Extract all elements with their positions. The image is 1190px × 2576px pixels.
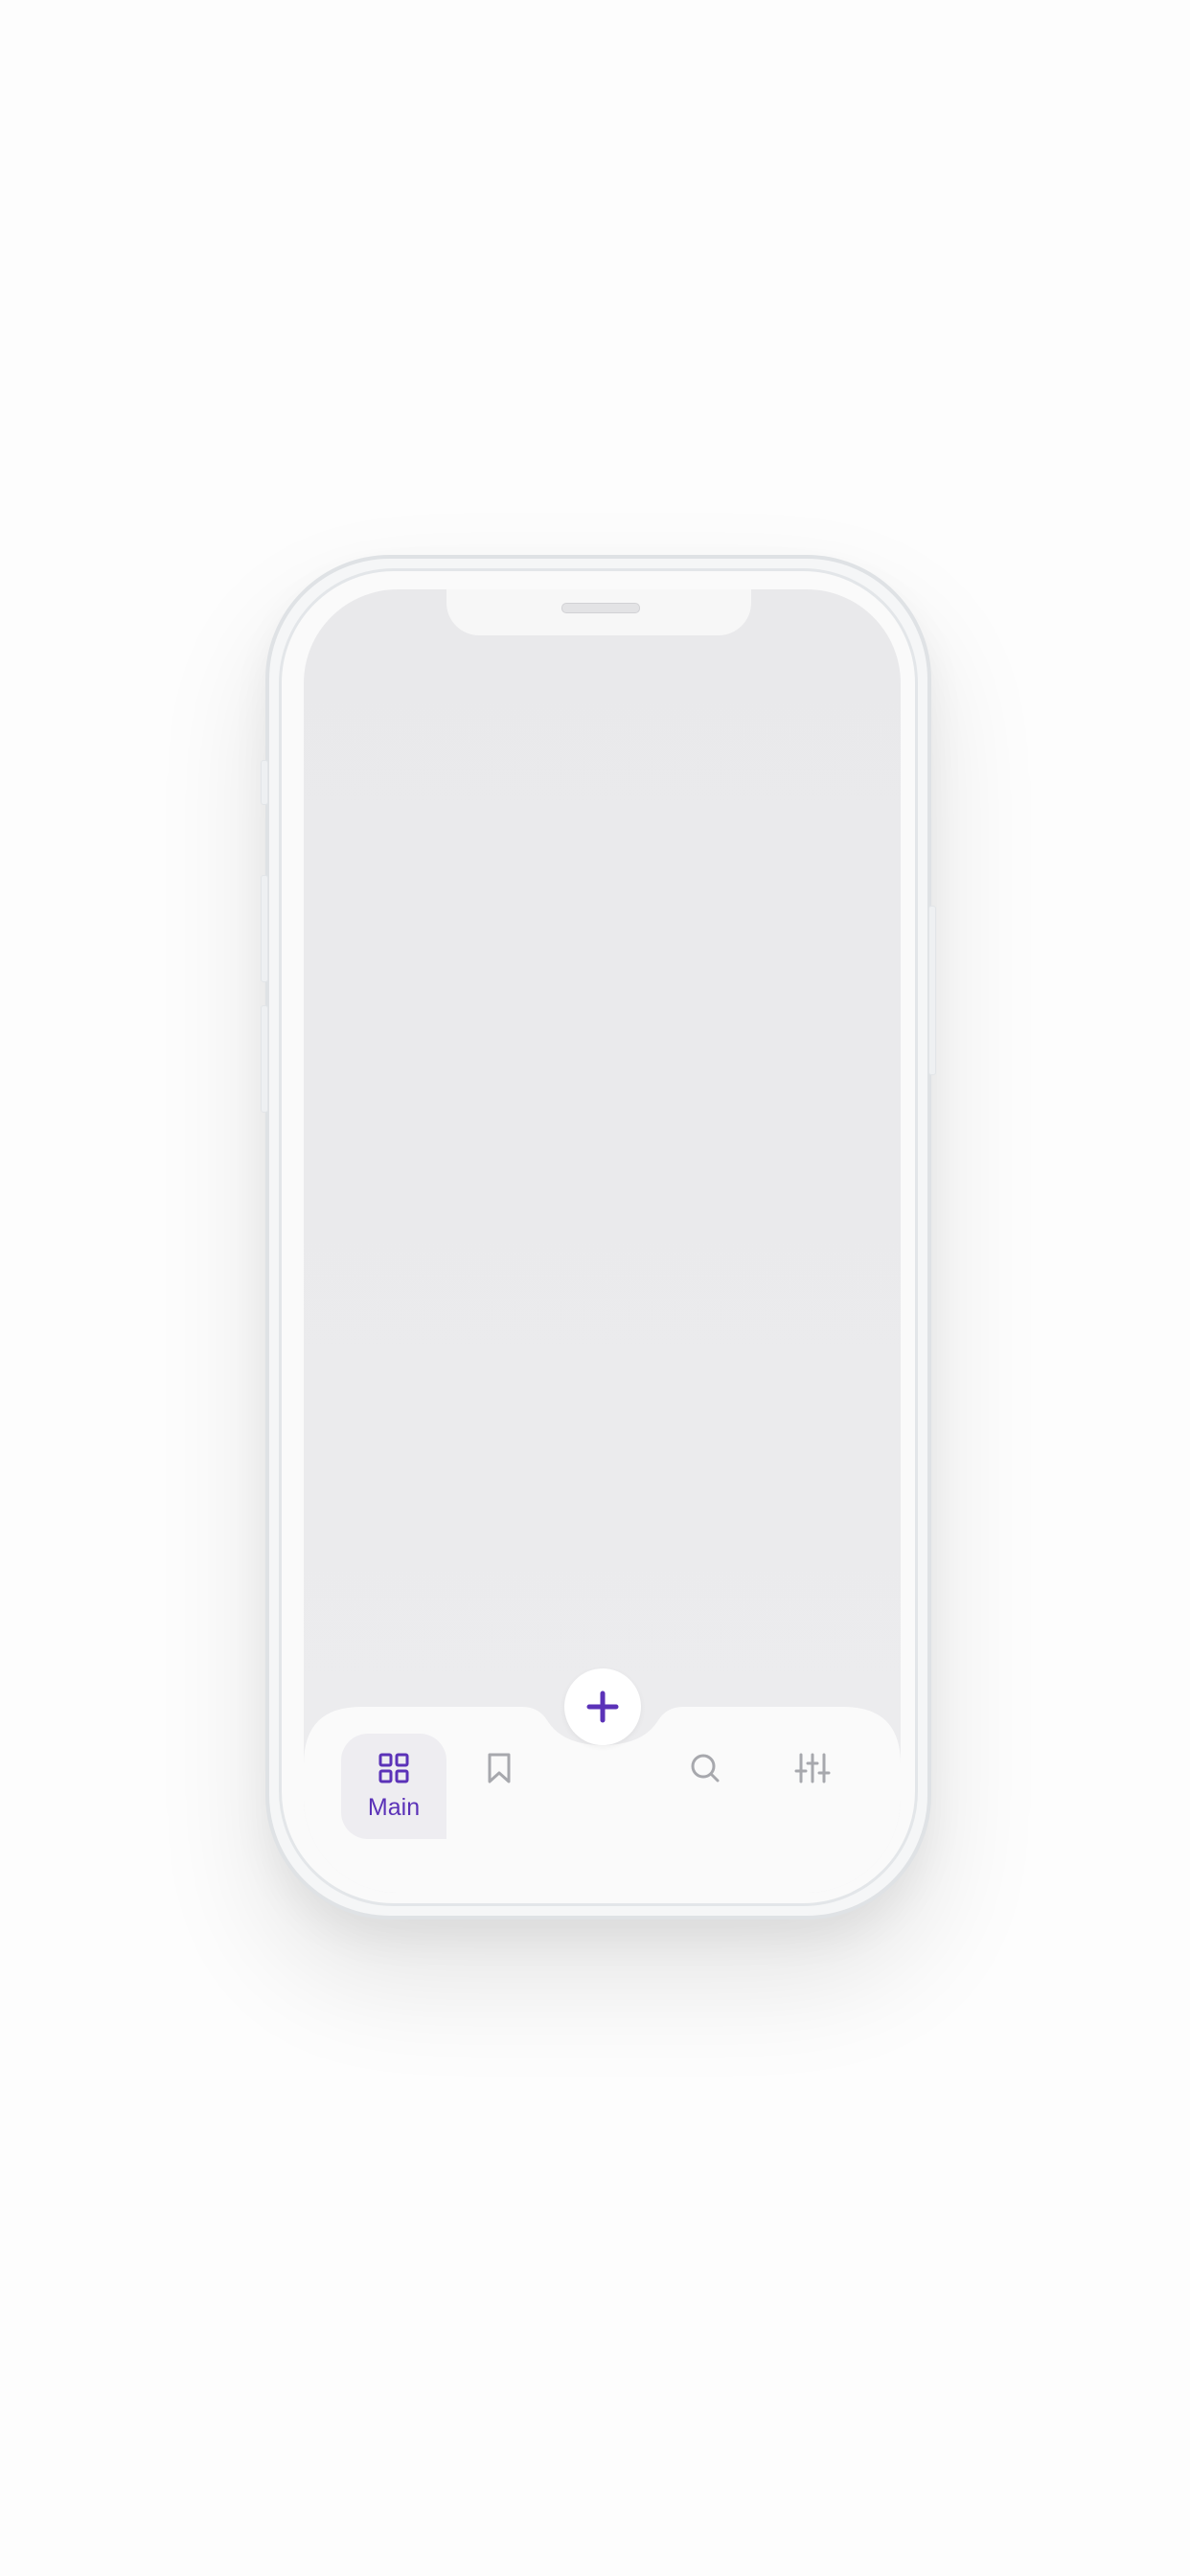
add-button[interactable]	[564, 1668, 641, 1745]
tab-saved[interactable]	[446, 1736, 552, 1801]
tab-main-label: Main	[367, 1793, 421, 1821]
grid-icon	[378, 1753, 409, 1782]
screen: Main	[304, 589, 901, 1893]
plus-icon	[586, 1690, 619, 1723]
phone-frame: Main	[261, 555, 936, 1920]
bottom-tab-bar: Main	[304, 1668, 901, 1893]
stage: Main	[0, 0, 1190, 2576]
power-button	[928, 906, 936, 1075]
volume-down-button	[261, 1005, 268, 1113]
tab-main[interactable]: Main	[341, 1734, 446, 1839]
silent-switch	[261, 760, 268, 805]
volume-up-button	[261, 875, 268, 982]
tab-filters[interactable]	[760, 1736, 865, 1801]
tab-search[interactable]	[652, 1736, 758, 1801]
notch	[446, 589, 751, 635]
sliders-icon	[794, 1753, 831, 1783]
bookmark-icon	[488, 1753, 511, 1783]
speaker-grille	[561, 603, 640, 613]
search-icon	[691, 1754, 720, 1782]
